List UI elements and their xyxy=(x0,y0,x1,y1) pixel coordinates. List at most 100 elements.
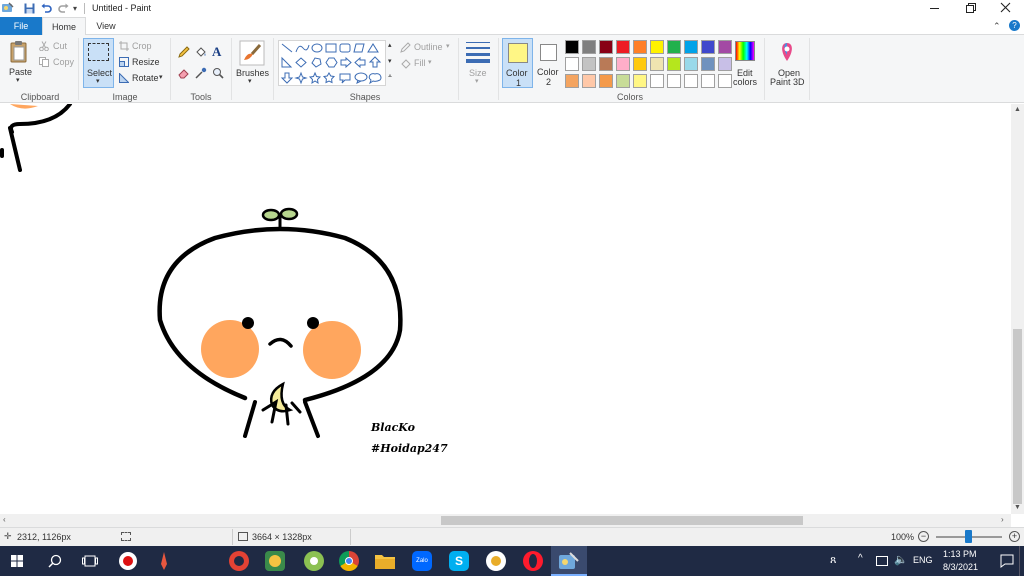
horizontal-scroll-thumb[interactable] xyxy=(441,516,803,525)
palette-swatch[interactable] xyxy=(633,74,647,88)
chrome-canary-icon[interactable] xyxy=(486,551,506,571)
color-picker-icon[interactable] xyxy=(195,67,207,79)
palette-swatch[interactable] xyxy=(633,57,647,71)
vertical-scroll-thumb[interactable] xyxy=(1013,329,1022,504)
palette-swatch[interactable] xyxy=(616,74,630,88)
rotate-icon[interactable] xyxy=(119,72,130,83)
customize-qat-icon[interactable]: ▾ xyxy=(73,4,77,13)
drawing-canvas[interactable]: BlacKo #Hoidap247 xyxy=(0,104,1011,514)
palette-swatch[interactable] xyxy=(650,57,664,71)
palette-swatch[interactable] xyxy=(701,40,715,54)
magnifier-icon[interactable] xyxy=(212,67,224,79)
ccleaner-icon[interactable] xyxy=(229,551,249,571)
shapes-scroll-up-icon[interactable]: ▴ xyxy=(388,41,392,49)
palette-swatch[interactable] xyxy=(599,40,613,54)
cut-button[interactable]: Cut xyxy=(53,41,67,51)
palette-swatch[interactable] xyxy=(582,57,596,71)
brushes-button[interactable]: Brushes xyxy=(236,68,269,78)
crop-icon[interactable] xyxy=(119,41,129,51)
resize-icon[interactable] xyxy=(119,57,129,67)
palette-swatch[interactable] xyxy=(616,57,630,71)
paint3d-icon[interactable] xyxy=(776,41,798,63)
palette-swatch[interactable] xyxy=(599,74,613,88)
palette-swatch[interactable] xyxy=(718,57,732,71)
copy-icon[interactable] xyxy=(39,57,49,67)
show-hidden-icons[interactable]: ^ xyxy=(858,553,863,564)
photos-app-icon[interactable] xyxy=(265,551,285,571)
cut-icon[interactable] xyxy=(39,41,49,52)
clock-date[interactable]: 8/3/2021 xyxy=(943,562,978,572)
color1-button[interactable]: Color 1 xyxy=(502,38,533,88)
zoom-in-icon[interactable]: + xyxy=(1009,531,1020,542)
restore-icon[interactable] xyxy=(966,3,976,13)
zoom-slider-thumb[interactable] xyxy=(965,530,972,543)
scroll-down-icon[interactable]: ▼ xyxy=(1014,504,1021,511)
task-view-icon[interactable] xyxy=(82,555,98,567)
tab-home[interactable]: Home xyxy=(42,17,86,36)
palette-swatch[interactable] xyxy=(565,40,579,54)
pencil-icon[interactable] xyxy=(178,46,190,58)
palette-swatch[interactable] xyxy=(684,40,698,54)
paint-taskbar-button[interactable] xyxy=(551,546,587,576)
brushes-dropdown-icon[interactable]: ▾ xyxy=(248,77,252,85)
palette-swatch[interactable] xyxy=(718,74,732,88)
palette-swatch[interactable] xyxy=(599,57,613,71)
start-icon[interactable] xyxy=(11,555,23,567)
palette-swatch[interactable] xyxy=(616,40,630,54)
vertical-scrollbar[interactable]: ▲ ▼ xyxy=(1011,104,1024,514)
language-indicator[interactable]: ENG xyxy=(913,555,933,565)
show-desktop[interactable] xyxy=(1019,546,1020,576)
palette-swatch[interactable] xyxy=(565,74,579,88)
crop-button[interactable]: Crop xyxy=(132,41,152,51)
palette-swatch[interactable] xyxy=(667,57,681,71)
palette-swatch[interactable] xyxy=(650,40,664,54)
palette-swatch[interactable] xyxy=(684,74,698,88)
collapse-ribbon-icon[interactable]: ⌃ xyxy=(993,21,1001,32)
palette-swatch[interactable] xyxy=(565,57,579,71)
rotate-dropdown-icon[interactable]: ▾ xyxy=(159,73,163,81)
shapes-more-icon[interactable]: ⩡ xyxy=(388,73,392,81)
resize-button[interactable]: Resize xyxy=(132,57,160,67)
copy-button[interactable]: Copy xyxy=(53,57,74,67)
palette-swatch[interactable] xyxy=(633,40,647,54)
tab-view[interactable]: View xyxy=(86,17,126,35)
search-icon[interactable] xyxy=(48,554,62,568)
file-explorer-icon[interactable] xyxy=(375,553,395,569)
close-icon[interactable] xyxy=(1000,2,1011,13)
pencil-app-icon[interactable] xyxy=(157,552,171,570)
color2-button[interactable]: Color 2 xyxy=(536,38,562,88)
palette-swatch[interactable] xyxy=(701,57,715,71)
brushes-icon[interactable] xyxy=(239,40,265,66)
palette-swatch[interactable] xyxy=(718,40,732,54)
edit-colors-icon[interactable] xyxy=(735,41,755,61)
scroll-up-icon[interactable]: ▲ xyxy=(1014,106,1021,113)
people-icon[interactable]: ጸ xyxy=(830,554,836,567)
paste-icon[interactable] xyxy=(10,40,30,64)
skype-icon[interactable]: S xyxy=(449,551,469,571)
paint-app-icon[interactable] xyxy=(2,2,14,14)
outline-button[interactable]: Outline xyxy=(414,42,443,52)
scroll-right-icon[interactable]: › xyxy=(1001,515,1004,524)
zoom-out-icon[interactable]: − xyxy=(918,531,929,542)
chrome-icon[interactable] xyxy=(339,551,359,571)
size-icon[interactable] xyxy=(466,41,490,63)
clock-time[interactable]: 1:13 PM xyxy=(943,549,977,559)
text-icon[interactable]: A xyxy=(212,44,221,60)
palette-swatch[interactable] xyxy=(684,57,698,71)
notification-icon[interactable] xyxy=(1000,554,1014,568)
fill-bucket-icon[interactable] xyxy=(195,46,207,58)
fill-button[interactable]: Fill xyxy=(414,58,426,68)
help-icon[interactable]: ? xyxy=(1009,20,1020,31)
shapes-scroll-down-icon[interactable]: ▾ xyxy=(388,57,392,65)
redo-icon[interactable] xyxy=(58,3,69,14)
network-icon[interactable] xyxy=(876,556,888,566)
scroll-left-icon[interactable]: ‹ xyxy=(3,515,6,524)
tab-file[interactable]: File xyxy=(0,17,42,35)
size-dropdown-icon[interactable]: ▾ xyxy=(475,77,479,85)
eraser-icon[interactable] xyxy=(178,67,190,79)
rotate-button[interactable]: Rotate xyxy=(132,73,159,83)
palette-swatch[interactable] xyxy=(701,74,715,88)
palette-swatch[interactable] xyxy=(667,74,681,88)
shapes-gallery[interactable] xyxy=(278,40,386,86)
paste-button[interactable]: Paste xyxy=(9,67,32,77)
